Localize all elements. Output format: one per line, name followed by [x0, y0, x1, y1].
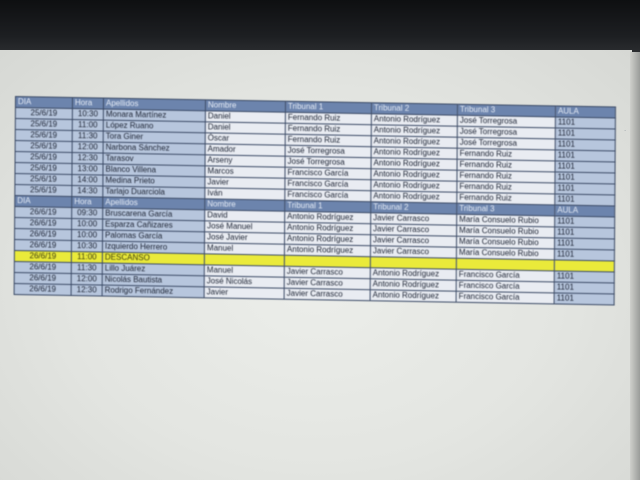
column-header[interactable]: Tribunal 2	[371, 102, 458, 116]
table-cell[interactable]: 12:00	[72, 141, 104, 154]
table-cell[interactable]: 12:30	[71, 284, 103, 297]
table-cell[interactable]: Rodrigo Fernández	[102, 285, 205, 298]
table-cell[interactable]: Fernando Ruiz	[285, 123, 372, 136]
table-cell[interactable]: José Manuel	[204, 220, 285, 234]
table-cell[interactable]: 1101	[555, 127, 616, 140]
table-cell[interactable]: José Nicolás	[204, 275, 285, 289]
schedule-spreadsheet: DIA Hora Apellidos Nombre Tribunal 1 Tribunal…	[14, 96, 616, 305]
monitor-edge	[630, 52, 640, 480]
table-cell[interactable]: 1101	[555, 149, 616, 162]
table-cell[interactable]: 10:00	[71, 229, 103, 242]
table-cell[interactable]: Daniel	[205, 121, 286, 135]
table-cell[interactable]: David	[204, 209, 285, 223]
table-cell[interactable]: Antonio Rodríguez	[370, 179, 457, 193]
table-cell[interactable]: Javier Carrasco	[370, 245, 457, 259]
table-cell[interactable]: Fernando Ruiz	[285, 112, 372, 125]
table-cell[interactable]: José Torregrosa	[285, 156, 372, 169]
table-cell[interactable]: Javier Carrasco	[284, 277, 371, 290]
table-cell[interactable]: Daniel	[205, 110, 286, 124]
table-cell[interactable]: Antonio Rodríguez	[284, 233, 371, 246]
table-cell[interactable]: Antonio Rodríguez	[284, 211, 371, 224]
table-cell[interactable]: Antonio Rodríguez	[371, 113, 458, 127]
table-cell[interactable]: Óscar	[205, 132, 286, 146]
table-cell[interactable]: Francisco García	[456, 291, 555, 304]
table-cell[interactable]: Antonio Rodríguez	[370, 289, 457, 303]
schedule-table: DIA Hora Apellidos Nombre Tribunal 1 Tribunal…	[14, 96, 616, 305]
table-cell[interactable]: Javier	[204, 286, 285, 300]
table-cell[interactable]: 11:00	[71, 251, 103, 264]
table-cell[interactable]: José Torregrosa	[285, 145, 372, 158]
table-cell[interactable]: Francisco García	[284, 189, 371, 202]
table-cell[interactable]: 1101	[555, 116, 616, 129]
table-cell[interactable]: 10:30	[72, 108, 104, 121]
column-header[interactable]: DIA	[14, 195, 72, 208]
table-cell[interactable]: Javier Carrasco	[284, 266, 371, 279]
table-cell[interactable]: Antonio Rodríguez	[370, 267, 457, 281]
table-cell[interactable]: 11:30	[71, 262, 103, 275]
table-cell[interactable]: Iván	[204, 187, 285, 201]
table-cell[interactable]: 1101	[554, 193, 615, 206]
column-header[interactable]: Nombre	[205, 99, 286, 113]
table-cell[interactable]: 1101	[554, 237, 615, 250]
table-cell[interactable]: 12:00	[71, 273, 103, 286]
table-cell[interactable]: Fernando Ruiz	[285, 134, 372, 147]
table-cell[interactable]: Antonio Rodríguez	[371, 135, 458, 149]
table-cell[interactable]: Antonio Rodríguez	[284, 222, 371, 235]
column-header[interactable]: Tribunal 2	[370, 201, 457, 215]
table-cell[interactable]: 1101	[554, 292, 615, 305]
table-cell[interactable]: Javier	[204, 176, 285, 190]
table-cell[interactable]: Antonio Rodríguez	[371, 124, 458, 138]
table-cell[interactable]: Antonio Rodríguez	[370, 278, 457, 292]
table-cell[interactable]: José Javier	[204, 231, 285, 245]
table-cell[interactable]: Manuel	[204, 242, 285, 256]
table-cell[interactable]: 13:00	[71, 163, 104, 176]
column-header[interactable]: AULA	[554, 204, 615, 217]
table-cell[interactable]: 09:30	[71, 207, 103, 220]
column-header[interactable]: Nombre	[204, 198, 285, 212]
monitor-bezel	[0, 0, 640, 52]
table-cell[interactable]: Amador	[205, 143, 286, 157]
table-cell[interactable]: Antonio Rodríguez	[370, 190, 457, 204]
table-cell[interactable]: 10:00	[71, 218, 103, 231]
column-header[interactable]: DIA	[15, 96, 73, 109]
column-header[interactable]: Tribunal 1	[284, 200, 371, 213]
table-cell[interactable]: 14:30	[71, 185, 103, 198]
column-header[interactable]: Hora	[72, 97, 104, 110]
table-cell[interactable]: Marcos	[204, 165, 286, 179]
table-cell[interactable]: Javier Carrasco	[370, 223, 457, 237]
table-cell[interactable]: 1101	[554, 281, 615, 294]
column-header[interactable]: Tribunal 1	[285, 101, 372, 114]
table-cell[interactable]: Antonio Rodríguez	[371, 157, 458, 171]
table-cell[interactable]: 1101	[554, 226, 615, 239]
table-cell[interactable]: Javier Carrasco	[284, 288, 371, 301]
column-header[interactable]: Hora	[71, 196, 103, 209]
table-cell[interactable]: Antonio Rodríguez	[284, 244, 371, 257]
table-cell[interactable]: 11:30	[72, 130, 104, 143]
table-cell[interactable]: Francisco García	[284, 167, 372, 180]
table-cell[interactable]: 10:30	[71, 240, 103, 253]
table-cell[interactable]: 26/6/19	[14, 283, 72, 296]
table-cell[interactable]: Francisco García	[284, 178, 371, 191]
table-cell[interactable]: 1101	[554, 270, 615, 283]
table-cell[interactable]: 1101	[554, 215, 615, 228]
table-cell[interactable]: 1101	[555, 160, 616, 173]
table-cell[interactable]: 1101	[555, 138, 616, 151]
table-cell[interactable]: Arseny	[205, 154, 286, 168]
table-cell[interactable]: 12:30	[72, 152, 104, 165]
table-cell[interactable]: Javier Carrasco	[370, 212, 457, 226]
table-cell[interactable]: Javier Carrasco	[370, 234, 457, 248]
edge-mark: .	[624, 124, 627, 133]
table-cell[interactable]: 1101	[554, 248, 615, 261]
table-cell[interactable]: Manuel	[204, 264, 285, 278]
column-header[interactable]: AULA	[555, 105, 616, 118]
table-cell[interactable]: 14:00	[71, 174, 103, 187]
table-cell[interactable]: Antonio Rodríguez	[370, 168, 458, 182]
table-cell[interactable]: 1101	[554, 171, 616, 184]
table-cell[interactable]: 11:00	[72, 119, 104, 132]
table-cell[interactable]: Antonio Rodríguez	[371, 146, 458, 160]
table-cell[interactable]: 1101	[554, 182, 615, 195]
